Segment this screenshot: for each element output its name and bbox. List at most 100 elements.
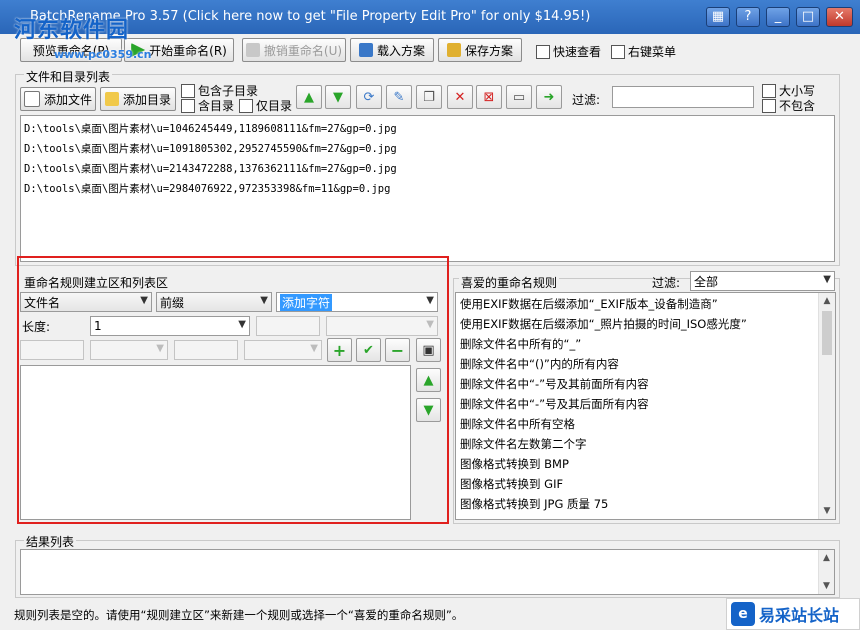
delete-icon: ✕ (454, 89, 466, 105)
chevron-down-icon: ▼ (238, 319, 246, 330)
scroll-up-icon[interactable]: ▲ (819, 293, 835, 309)
checkbox-box[interactable] (762, 83, 776, 98)
scroll-down-icon[interactable]: ▼ (819, 578, 834, 594)
list-item[interactable]: 删除文件名中“-”号及其前面所有内容 (456, 374, 835, 394)
exclude-checkbox[interactable]: 不包含 (762, 97, 815, 114)
length-label: 长度: (22, 320, 51, 334)
save-scheme-button[interactable]: 保存方案 (438, 38, 522, 62)
results-scrollbar[interactable]: ▲ ▼ (818, 550, 834, 594)
file-list[interactable]: D:\tools\桌面\图片素材\u=1046245449,1189608111… (20, 115, 835, 262)
file-row[interactable]: D:\tools\桌面\图片素材\u=1091805302,2952745590… (21, 139, 834, 159)
edit-button[interactable]: ✎ (386, 85, 412, 109)
checkbox-box[interactable] (762, 98, 776, 113)
move-up-button[interactable]: ▲ (296, 85, 322, 109)
length-select[interactable]: 1 ▼ (90, 316, 250, 336)
context-menu-checkbox[interactable]: 右键菜单 (611, 43, 676, 60)
export-button[interactable]: ➜ (536, 85, 562, 109)
add-file-button[interactable]: 添加文件 (20, 87, 96, 111)
checkbox-box[interactable] (181, 98, 195, 113)
save-rule-button[interactable]: ▣ (416, 338, 441, 362)
delete-button[interactable]: ✕ (447, 85, 473, 109)
rename-position-select[interactable]: 前缀 ▼ (156, 292, 272, 312)
document-icon: ▭ (512, 89, 526, 105)
checkbox-box[interactable] (611, 44, 625, 59)
close-button[interactable]: ✕ (826, 7, 853, 27)
file-filter-label: 过滤: (572, 93, 601, 107)
refresh-icon: ⟳ (363, 89, 375, 105)
rename-action-select[interactable]: 添加字符 ▼ (276, 292, 438, 312)
check-icon: ✔ (363, 342, 374, 358)
file-row[interactable]: D:\tools\桌面\图片素材\u=1046245449,1189608111… (21, 119, 834, 139)
rule-param-select[interactable]: ▼ (326, 316, 438, 336)
clear-list-icon: ⊠ (483, 89, 495, 105)
scrollbar-thumb[interactable] (822, 311, 832, 355)
watermark-url: www.pc0359.cn (54, 48, 152, 61)
list-item[interactable]: 删除文件名中“-”号及其后面所有内容 (456, 394, 835, 414)
chevron-down-icon: ▼ (156, 343, 164, 354)
chevron-down-icon: ▼ (140, 295, 148, 306)
favorites-filter-select[interactable]: 全部 ▼ (690, 271, 835, 291)
arrow-down-icon: ▼ (333, 89, 343, 105)
floppy-disk-icon: ▣ (422, 342, 435, 358)
confirm-rule-button[interactable]: ✔ (356, 338, 381, 362)
rule-param-field[interactable] (174, 340, 238, 360)
remove-rule-button[interactable]: − (385, 338, 410, 362)
favorites-filter-label: 过滤: (652, 276, 681, 290)
add-directory-button[interactable]: 添加目录 (100, 87, 176, 111)
list-item[interactable]: 删除文件名中所有空格 (456, 414, 835, 434)
rule-param-field[interactable] (256, 316, 320, 336)
maximize-button[interactable]: □ (796, 7, 820, 27)
help-icon[interactable]: ? (736, 7, 760, 27)
favorites-list[interactable]: 使用EXIF数据在后缀添加“_EXIF版本_设备制造商” 使用EXIF数据在后缀… (455, 292, 836, 520)
favorites-scrollbar[interactable]: ▲ ▼ (818, 293, 835, 519)
rule-move-up-button[interactable]: ▲ (416, 368, 441, 392)
file-filter-input[interactable] (612, 86, 754, 108)
list-item[interactable]: 删除文件名左数第二个字 (456, 434, 835, 454)
site-logo-icon: e (731, 602, 755, 626)
app-icon-button[interactable]: ▦ (706, 7, 730, 27)
scroll-down-icon[interactable]: ▼ (819, 503, 835, 519)
undo-icon (245, 43, 260, 57)
list-item[interactable]: 使用EXIF数据在后缀添加“_照片拍摄的时间_ISO感光度” (456, 314, 835, 334)
list-item[interactable]: 使用EXIF数据在后缀添加“_EXIF版本_设备制造商” (456, 294, 835, 314)
copy-icon: ❐ (423, 89, 435, 105)
new-list-button[interactable]: ▭ (506, 85, 532, 109)
rule-param-select[interactable]: ▼ (244, 340, 322, 360)
list-item[interactable]: 删除文件名中所有的“_” (456, 334, 835, 354)
file-icon (23, 91, 40, 107)
list-item[interactable]: 删除文件名中“()”内的所有内容 (456, 354, 835, 374)
minus-icon: − (390, 340, 405, 360)
with-directory-checkbox[interactable]: 含目录 (181, 97, 234, 114)
rule-param-select[interactable]: ▼ (90, 340, 168, 360)
results-list[interactable] (20, 549, 835, 595)
only-directory-checkbox[interactable]: 仅目录 (239, 97, 292, 114)
files-section-title: 文件和目录列表 (24, 68, 113, 85)
arrow-down-icon: ▼ (423, 402, 434, 418)
list-item[interactable]: 图像格式转换到 JPG 质量 75 (456, 494, 835, 514)
list-item[interactable]: 图像格式转换到 BMP (456, 454, 835, 474)
load-scheme-button[interactable]: 载入方案 (350, 38, 434, 62)
refresh-button[interactable]: ⟳ (356, 85, 382, 109)
site-badge: e 易采站长站 (726, 598, 860, 630)
checkbox-box[interactable] (181, 83, 195, 98)
file-row[interactable]: D:\tools\桌面\图片素材\u=2984076922,972353398&… (21, 179, 834, 199)
checkbox-box[interactable] (536, 44, 550, 59)
checkbox-box[interactable] (239, 98, 253, 113)
move-down-button[interactable]: ▼ (325, 85, 351, 109)
minimize-button[interactable]: _ (766, 7, 790, 27)
rule-list[interactable] (20, 365, 411, 520)
undo-rename-button[interactable]: 撤销重命名(U) (242, 38, 346, 62)
folder-icon (104, 92, 119, 106)
scroll-up-icon[interactable]: ▲ (819, 550, 834, 566)
rule-param-field[interactable] (20, 340, 84, 360)
rename-target-select[interactable]: 文件名 ▼ (20, 292, 152, 312)
add-rule-button[interactable]: + (327, 338, 352, 362)
file-row[interactable]: D:\tools\桌面\图片素材\u=2143472288,1376362111… (21, 159, 834, 179)
copy-button[interactable]: ❐ (416, 85, 442, 109)
delete-all-button[interactable]: ⊠ (476, 85, 502, 109)
arrow-up-icon: ▲ (423, 372, 434, 388)
quick-view-checkbox[interactable]: 快速查看 (536, 43, 601, 60)
list-item[interactable]: 图像格式转换到 GIF (456, 474, 835, 494)
rule-move-down-button[interactable]: ▼ (416, 398, 441, 422)
load-icon (358, 43, 373, 57)
